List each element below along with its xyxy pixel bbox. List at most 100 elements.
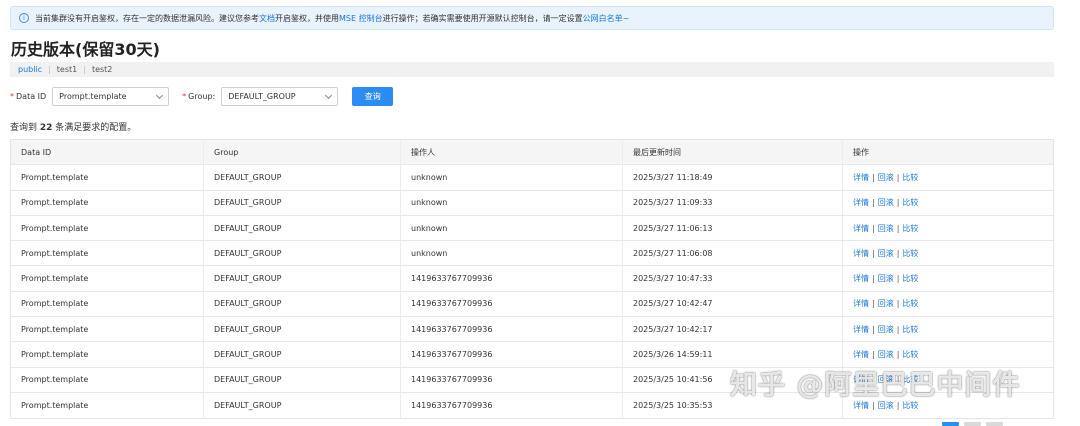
- compare-link[interactable]: 比较: [902, 298, 918, 309]
- data-id-label: Data ID: [16, 92, 47, 101]
- action-separator: |: [872, 350, 875, 360]
- action-separator: |: [872, 274, 875, 284]
- compare-link[interactable]: 比较: [902, 197, 918, 208]
- rollback-link[interactable]: 回滚: [878, 324, 894, 335]
- required-mark: *: [182, 92, 187, 101]
- action-separator: |: [872, 248, 875, 258]
- detail-link[interactable]: 详情: [853, 172, 869, 183]
- compare-link[interactable]: 比较: [902, 172, 918, 183]
- action-separator: |: [896, 198, 900, 208]
- cell-data-id: Prompt.template: [11, 241, 204, 266]
- detail-link[interactable]: 详情: [853, 324, 869, 335]
- action-separator: |: [896, 172, 900, 182]
- result-prefix: 查询到: [10, 123, 38, 133]
- header-actions: 操作: [853, 147, 869, 157]
- data-id-select[interactable]: Prompt.template: [52, 87, 170, 106]
- cell-group: DEFAULT_GROUP: [204, 215, 401, 241]
- group-select[interactable]: DEFAULT_GROUP: [221, 87, 339, 106]
- action-separator: |: [872, 198, 875, 208]
- cell-last-updated: 2025/3/27 10:42:17: [623, 317, 843, 342]
- chevron-down-icon: [325, 91, 333, 100]
- action-separator: |: [872, 401, 875, 411]
- pagination-page-current[interactable]: [942, 422, 959, 426]
- mse-console-link[interactable]: MSE 控制台: [339, 13, 383, 24]
- cell-data-id: Prompt.template: [11, 291, 204, 317]
- pagination-page[interactable]: [986, 422, 1003, 426]
- namespace-bar: public | test1 | test2: [10, 62, 1054, 77]
- compare-link[interactable]: 比较: [902, 248, 918, 259]
- compare-link[interactable]: 比较: [902, 349, 918, 360]
- result-count: 22: [39, 123, 53, 133]
- cell-last-updated: 2025/3/27 11:18:49: [623, 165, 843, 190]
- table-row: Prompt.template DEFAULT_GROUP unknown 2025/…: [11, 241, 1053, 267]
- detail-link[interactable]: 详情: [853, 273, 869, 284]
- data-id-value: Prompt.template: [59, 92, 127, 101]
- header-operator: 操作人: [401, 140, 623, 165]
- action-separator: |: [896, 401, 900, 411]
- cell-operator: 1419633767709936: [401, 342, 623, 367]
- rollback-link[interactable]: 回滚: [878, 298, 894, 309]
- rollback-link[interactable]: 回滚: [878, 223, 894, 234]
- cell-group: DEFAULT_GROUP: [204, 342, 401, 367]
- page-title: 历史版本(保留30天): [11, 40, 160, 59]
- table-row: Prompt.template DEFAULT_GROUP unknown 2025/…: [11, 165, 1053, 191]
- cell-last-updated: 2025/3/27 10:42:47: [623, 291, 843, 317]
- cell-group: DEFAULT_GROUP: [204, 367, 401, 392]
- cell-data-id: Prompt.template: [11, 266, 204, 291]
- cell-last-updated: 2025/3/27 11:06:13: [623, 215, 843, 241]
- detail-link[interactable]: 详情: [853, 197, 869, 208]
- notice-text-2: 开启鉴权，并使用: [275, 13, 339, 23]
- docs-link[interactable]: 文档: [259, 13, 275, 24]
- cell-operator: unknown: [401, 165, 623, 190]
- cell-group: DEFAULT_GROUP: [204, 317, 401, 342]
- cell-last-updated: 2025/3/27 10:47:33: [623, 266, 843, 291]
- rollback-link[interactable]: 回滚: [878, 273, 894, 284]
- cell-group: DEFAULT_GROUP: [204, 241, 401, 266]
- cell-operator: unknown: [401, 190, 623, 215]
- rollback-link[interactable]: 回滚: [878, 248, 894, 259]
- detail-link[interactable]: 详情: [853, 349, 869, 360]
- compare-link[interactable]: 比较: [902, 273, 918, 284]
- detail-link[interactable]: 详情: [853, 223, 869, 234]
- cell-group: DEFAULT_GROUP: [204, 165, 401, 190]
- header-last-updated: 最后更新时间: [623, 140, 843, 165]
- cell-data-id: Prompt.template: [11, 165, 204, 190]
- namespace-public[interactable]: public: [18, 65, 42, 74]
- watermark: 知乎 @阿里巴巴中间件: [730, 370, 1021, 401]
- header-data-id: Data ID: [11, 140, 204, 165]
- group-value: DEFAULT_GROUP: [228, 92, 296, 101]
- namespace-separator: |: [83, 65, 86, 74]
- rollback-link[interactable]: 回滚: [878, 172, 894, 183]
- cell-last-updated: 2025/3/27 11:06:08: [623, 241, 843, 266]
- detail-link[interactable]: 详情: [853, 298, 869, 309]
- action-separator: |: [896, 248, 900, 258]
- cell-actions: 详情 | 回滚 | 比较: [843, 216, 1053, 240]
- cell-last-updated: 2025/3/27 11:09:33: [623, 190, 843, 215]
- pagination-page[interactable]: [964, 422, 981, 426]
- namespace-test1[interactable]: test1: [57, 65, 77, 74]
- action-separator: |: [872, 223, 875, 233]
- detail-link[interactable]: 详情: [853, 248, 869, 259]
- cell-data-id: Prompt.template: [11, 367, 204, 392]
- info-circle-icon: i: [19, 13, 29, 23]
- query-button[interactable]: 查询: [352, 87, 394, 106]
- compare-link[interactable]: 比较: [902, 223, 918, 234]
- cell-data-id: Prompt.template: [11, 317, 204, 342]
- rollback-link[interactable]: 回滚: [878, 197, 894, 208]
- cell-operator: unknown: [401, 241, 623, 266]
- action-separator: |: [896, 324, 900, 334]
- notice-banner: i 当前集群没有开启鉴权，存在一定的数据泄漏风险。建议您参考 文档 开启鉴权，并…: [10, 6, 1054, 30]
- action-separator: |: [872, 299, 875, 309]
- action-separator: |: [896, 274, 900, 284]
- cell-operator: 1419633767709936: [401, 317, 623, 342]
- cell-operator: 1419633767709936: [401, 392, 623, 419]
- cell-actions: 详情 | 回滚 | 比较: [843, 292, 1053, 316]
- rollback-link[interactable]: 回滚: [878, 349, 894, 360]
- namespace-test2[interactable]: test2: [92, 65, 112, 74]
- required-mark: *: [10, 92, 14, 101]
- whitelist-link[interactable]: 公网白名单~: [583, 13, 630, 24]
- compare-link[interactable]: 比较: [902, 324, 918, 335]
- cell-group: DEFAULT_GROUP: [204, 291, 401, 317]
- cell-operator: unknown: [401, 215, 623, 241]
- chevron-down-icon: [156, 91, 164, 100]
